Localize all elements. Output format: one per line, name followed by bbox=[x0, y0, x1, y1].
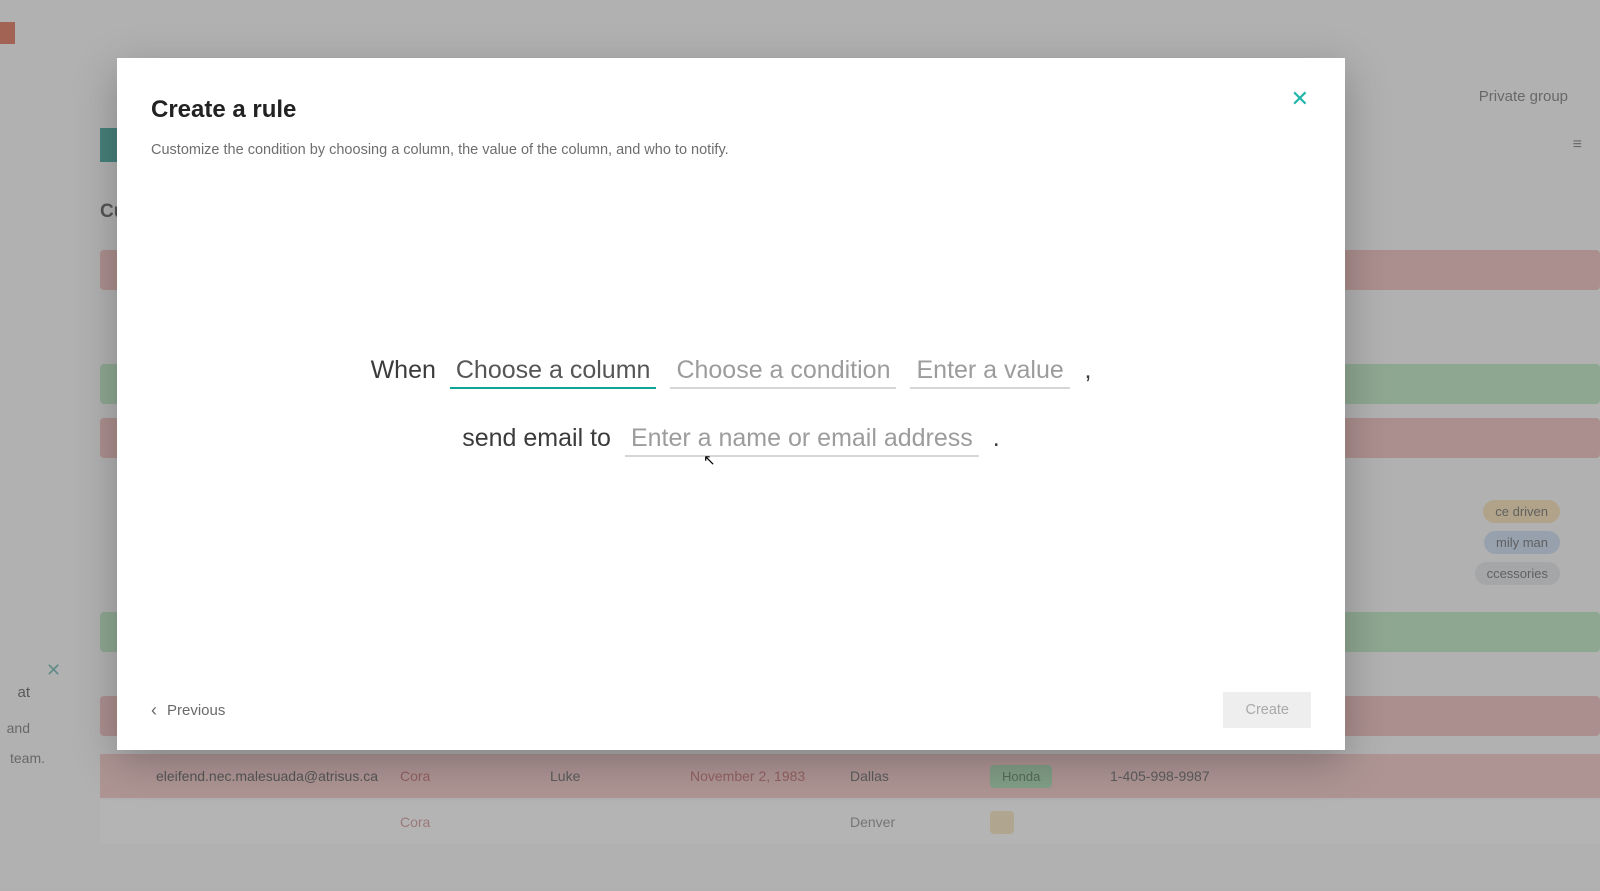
period: . bbox=[993, 424, 1000, 453]
column-picker[interactable]: Choose a column bbox=[450, 351, 657, 389]
recipient-input[interactable]: Enter a name or email address bbox=[625, 419, 979, 457]
when-label: When bbox=[371, 356, 436, 385]
value-input[interactable]: Enter a value bbox=[910, 351, 1070, 389]
chevron-left-icon: ‹ bbox=[151, 700, 157, 721]
comma: , bbox=[1084, 356, 1091, 385]
create-button[interactable]: Create bbox=[1223, 692, 1311, 728]
send-email-label: send email to bbox=[462, 424, 611, 453]
previous-button[interactable]: ‹ Previous bbox=[151, 700, 225, 721]
condition-picker[interactable]: Choose a condition bbox=[670, 351, 896, 389]
rule-sentence: When Choose a column Choose a condition … bbox=[117, 58, 1345, 750]
create-rule-dialog: ✕ Create a rule Customize the condition … bbox=[117, 58, 1345, 750]
previous-label: Previous bbox=[167, 702, 225, 719]
